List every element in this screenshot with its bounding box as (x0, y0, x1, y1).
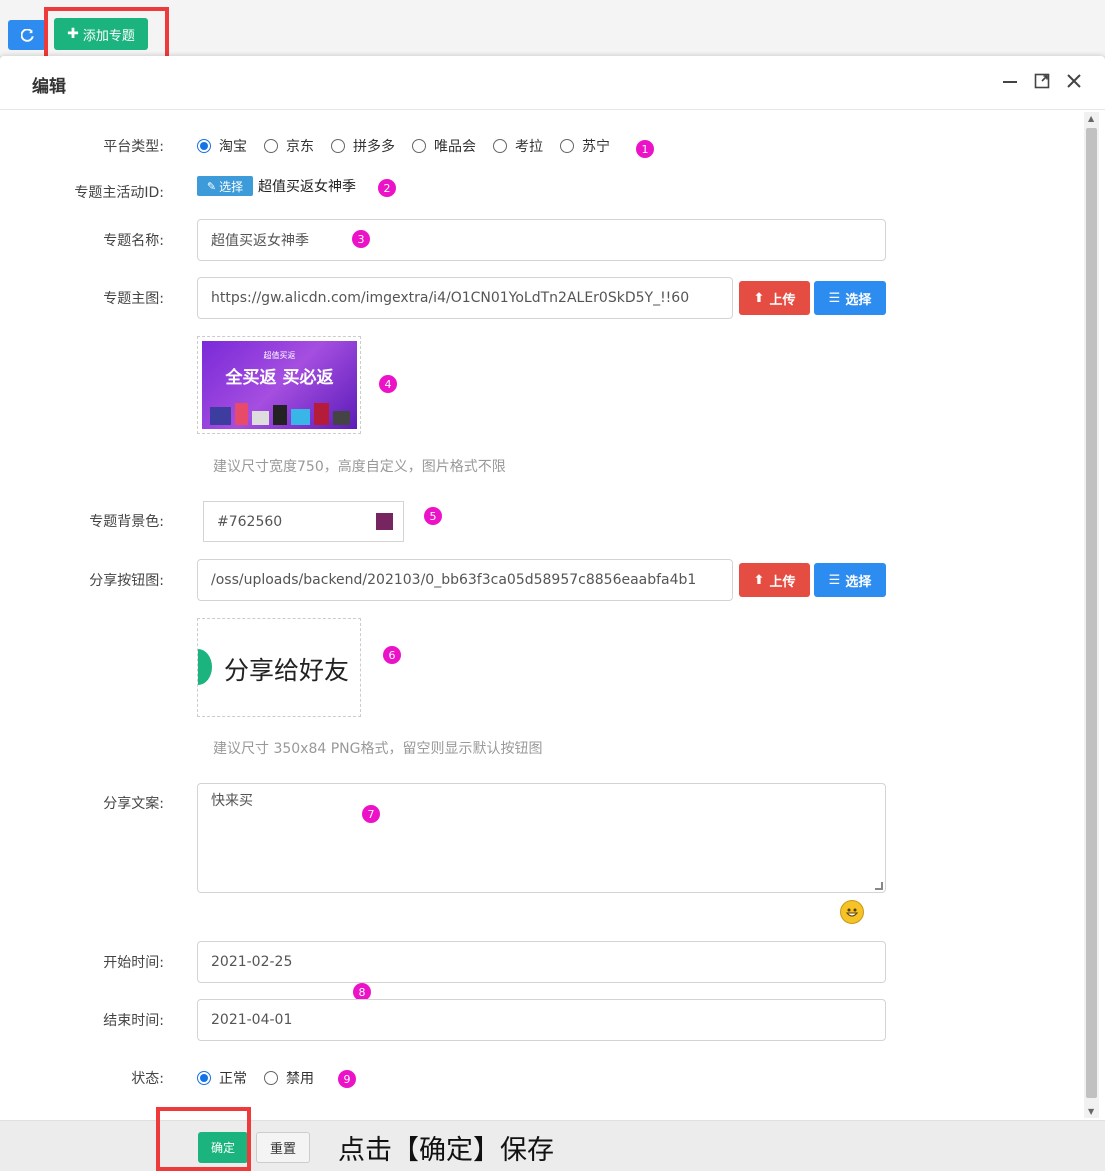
highlight-box-confirm (156, 1107, 251, 1171)
scrollbar[interactable]: ▲ ▼ (1084, 112, 1099, 1118)
edit-icon: ✎ (206, 179, 217, 193)
step-marker-5: 5 (424, 507, 442, 525)
share-button-green-edge (198, 649, 212, 685)
radio-checked[interactable] (197, 139, 211, 153)
bg-color-input[interactable]: #762560 (203, 501, 366, 542)
radio[interactable] (493, 139, 507, 153)
banner-products (210, 401, 350, 425)
radio[interactable] (264, 139, 278, 153)
highlight-box-add (44, 7, 169, 63)
list-icon: ☰ (828, 290, 841, 306)
radio[interactable] (331, 139, 345, 153)
platform-radio-group: 淘宝 京东 拼多多 唯品会 考拉 苏宁 (197, 136, 627, 156)
close-icon[interactable] (1065, 72, 1083, 90)
end-time-input[interactable]: 2021-04-01 (197, 999, 886, 1041)
share-button-select-button[interactable]: ☰ 选择 (814, 563, 886, 597)
start-time-input[interactable]: 2021-02-25 (197, 941, 886, 983)
minimize-icon[interactable] (1001, 72, 1019, 90)
color-swatch (375, 513, 393, 530)
modal-title: 编辑 (32, 77, 66, 97)
platform-option-vip[interactable]: 唯品会 (412, 136, 476, 156)
reset-button[interactable]: 重置 (256, 1132, 310, 1163)
share-button-upload-button[interactable]: ⬆ 上传 (739, 563, 810, 597)
step-marker-1: 1 (636, 140, 654, 158)
main-image-url-input[interactable]: https://gw.alicdn.com/imgextra/i4/O1CN01… (197, 277, 733, 319)
radio[interactable] (412, 139, 426, 153)
scroll-up-arrow[interactable]: ▲ (1088, 114, 1094, 123)
step-marker-6: 6 (383, 646, 401, 664)
upload-icon: ⬆ (753, 572, 765, 588)
status-option-normal[interactable]: 正常 (197, 1068, 247, 1088)
activity-select-button[interactable]: ✎ 选择 (197, 176, 253, 196)
main-image-label: 专题主图: (103, 291, 164, 307)
main-image-hint: 建议尺寸宽度750，高度自定义，图片格式不限 (213, 459, 506, 475)
share-button-label: 分享按钮图: (89, 573, 164, 589)
step-marker-2: 2 (378, 179, 396, 197)
radio-checked[interactable] (197, 1071, 211, 1085)
refresh-icon (20, 28, 34, 42)
instruction-note: 点击【确定】保存 (338, 1135, 554, 1166)
share-text-textarea[interactable]: 快来买 (197, 783, 886, 893)
refresh-button[interactable] (8, 20, 46, 50)
banner-main-text: 全买返 买必返 (225, 368, 334, 388)
status-option-disabled[interactable]: 禁用 (264, 1068, 314, 1088)
platform-option-jd[interactable]: 京东 (264, 136, 314, 156)
share-button-preview-text: 分享给好友 (224, 656, 350, 685)
status-radio-group: 正常 禁用 (197, 1068, 331, 1088)
color-picker-button[interactable] (365, 501, 404, 542)
step-marker-9: 9 (338, 1070, 356, 1088)
scrollbar-thumb[interactable] (1086, 128, 1097, 1098)
platform-option-suning[interactable]: 苏宁 (560, 136, 610, 156)
share-text-label: 分享文案: (103, 796, 164, 812)
platform-option-kaola[interactable]: 考拉 (493, 136, 543, 156)
emoji-picker-icon[interactable] (840, 900, 864, 924)
banner-top-text: 超值买返 (263, 351, 296, 360)
modal-header: 编辑 (0, 56, 1105, 110)
main-image-select-button[interactable]: ☰ 选择 (814, 281, 886, 315)
main-image-preview: 超值买返 全买返 买必返 (197, 336, 361, 434)
share-button-hint: 建议尺寸 350x84 PNG格式，留空则显示默认按钮图 (213, 741, 543, 757)
scroll-down-arrow[interactable]: ▼ (1088, 1107, 1094, 1116)
radio[interactable] (560, 139, 574, 153)
start-time-label: 开始时间: (103, 955, 164, 971)
share-button-preview: 分享给好友 (197, 618, 361, 717)
bg-color-label: 专题背景色: (89, 514, 164, 530)
radio[interactable] (264, 1071, 278, 1085)
step-marker-7: 7 (362, 805, 380, 823)
platform-label: 平台类型: (103, 139, 164, 155)
step-marker-3: 3 (352, 230, 370, 248)
platform-option-taobao[interactable]: 淘宝 (197, 136, 247, 156)
share-button-url-input[interactable]: /oss/uploads/backend/202103/0_bb63f3ca05… (197, 559, 733, 601)
maximize-icon[interactable] (1033, 72, 1051, 90)
platform-option-pdd[interactable]: 拼多多 (331, 136, 395, 156)
upload-icon: ⬆ (753, 290, 765, 306)
step-marker-4: 4 (379, 375, 397, 393)
banner-image: 超值买返 全买返 买必返 (202, 341, 357, 429)
name-label: 专题名称: (103, 233, 164, 249)
end-time-label: 结束时间: (103, 1013, 164, 1029)
topic-name-input[interactable]: 超值买返女神季 (197, 219, 886, 261)
activity-id-value: 超值买返女神季 (258, 179, 356, 195)
main-image-upload-button[interactable]: ⬆ 上传 (739, 281, 810, 315)
list-icon: ☰ (828, 572, 841, 588)
status-label: 状态: (131, 1071, 164, 1087)
activity-id-label: 专题主活动ID: (74, 185, 164, 201)
textarea-resize-handle[interactable] (875, 882, 883, 890)
